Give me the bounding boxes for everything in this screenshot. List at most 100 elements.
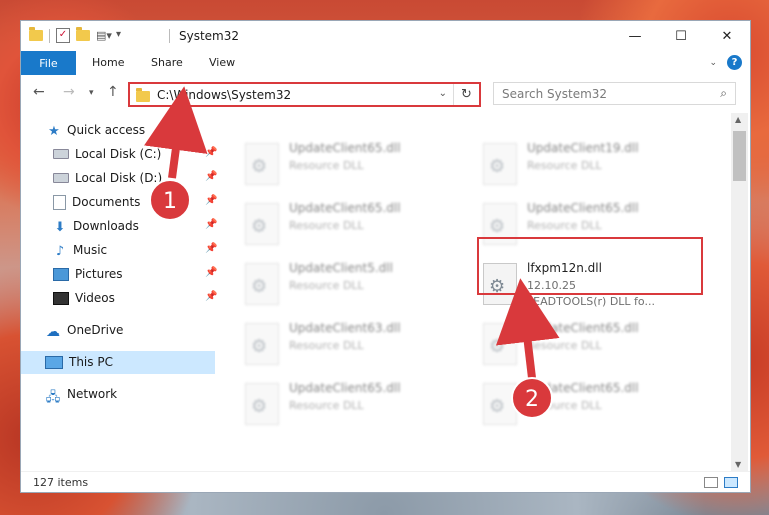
- sidebar-item-network[interactable]: 🖧 Network: [45, 383, 117, 405]
- pin-icon[interactable]: 📌: [205, 171, 217, 182]
- sidebar-item-local-disk-c[interactable]: Local Disk (C:) 📌: [53, 143, 223, 165]
- address-path[interactable]: C:\Windows\System32: [157, 88, 291, 102]
- help-icon[interactable]: ?: [727, 55, 742, 70]
- list-item[interactable]: ⚙ UpdateClient65.dll Resource DLL: [241, 139, 471, 189]
- file-type: Resource DLL: [289, 399, 364, 412]
- sidebar-item-music[interactable]: ♪ Music 📌: [53, 239, 223, 261]
- sidebar-item-local-disk-d[interactable]: Local Disk (D:) 📌: [53, 167, 223, 189]
- list-item[interactable]: ⚙ UpdateClient65.dll Resource DLL: [479, 319, 709, 369]
- search-input[interactable]: Search System32 ⌕: [493, 82, 736, 105]
- file-name: UpdateClient65.dll: [527, 381, 639, 395]
- tab-view[interactable]: View: [209, 56, 235, 69]
- drive-icon: [53, 173, 69, 183]
- list-item[interactable]: ⚙ UpdateClient65.dll Resource DLL: [479, 379, 709, 429]
- file-name: UpdateClient19.dll: [527, 141, 639, 155]
- list-item[interactable]: ⚙ UpdateClient19.dll Resource DLL: [479, 139, 709, 189]
- drive-icon: [53, 149, 69, 159]
- tab-home[interactable]: Home: [92, 56, 124, 69]
- file-name: UpdateClient5.dll: [289, 261, 393, 275]
- scroll-up-icon[interactable]: ▲: [735, 115, 741, 124]
- highlight-box-file: [477, 237, 703, 295]
- back-arrow-icon[interactable]: ←: [33, 84, 45, 100]
- vertical-scrollbar[interactable]: ▲ ▼: [731, 113, 748, 471]
- search-icon[interactable]: ⌕: [720, 86, 727, 101]
- qat-dropdown-icon[interactable]: ▾: [116, 29, 126, 43]
- forward-arrow-icon[interactable]: →: [63, 84, 75, 100]
- scrollbar-thumb[interactable]: [733, 131, 746, 181]
- dll-file-icon: ⚙: [245, 203, 279, 245]
- sidebar-item-onedrive[interactable]: ☁ OneDrive: [45, 319, 123, 341]
- tab-share[interactable]: Share: [151, 56, 183, 69]
- file-name: UpdateClient65.dll: [527, 321, 639, 335]
- recent-locations-icon[interactable]: ▾: [89, 88, 94, 98]
- ribbon: File Home Share View ⌄ ?: [21, 51, 750, 76]
- navigation-pane: ★ Quick access Local Disk (C:) 📌 Local D…: [21, 113, 217, 471]
- dll-file-icon: ⚙: [483, 383, 517, 425]
- list-item[interactable]: ⚙ UpdateClient65.dll Resource DLL: [241, 199, 471, 249]
- sidebar-item-downloads[interactable]: ⬇ Downloads 📌: [53, 215, 223, 237]
- cloud-icon: ☁: [46, 324, 60, 340]
- file-name: UpdateClient65.dll: [527, 201, 639, 215]
- file-type: Resource DLL: [289, 219, 364, 232]
- pin-icon[interactable]: 📌: [205, 147, 217, 158]
- list-item[interactable]: ⚙ UpdateClient5.dll Resource DLL: [241, 259, 471, 309]
- sidebar-item-documents[interactable]: Documents 📌: [53, 191, 223, 213]
- file-description: LEADTOOLS(r) DLL fo...: [527, 295, 655, 308]
- sidebar-item-label: OneDrive: [67, 323, 124, 337]
- address-folder-icon: [136, 88, 150, 102]
- file-type: Resource DLL: [527, 159, 602, 172]
- file-type: Resource DLL: [289, 339, 364, 352]
- properties-icon[interactable]: ✓: [56, 28, 70, 43]
- details-view-icon[interactable]: [704, 477, 718, 488]
- sidebar-item-quick-access[interactable]: ★ Quick access: [47, 119, 145, 141]
- videos-icon: [53, 291, 69, 305]
- up-arrow-icon[interactable]: ↑: [107, 84, 119, 100]
- title-divider: [169, 29, 170, 43]
- file-type: Resource DLL: [289, 279, 364, 292]
- list-item[interactable]: ⚙ UpdateClient63.dll Resource DLL: [241, 319, 471, 369]
- quick-access-toolbar: ✓ ▤▾ ▾: [29, 27, 126, 43]
- file-type: Resource DLL: [527, 339, 602, 352]
- pin-icon[interactable]: 📌: [205, 291, 217, 302]
- star-icon: ★: [48, 124, 60, 139]
- new-folder-icon[interactable]: [76, 27, 90, 41]
- file-name: UpdateClient65.dll: [289, 141, 401, 155]
- scroll-down-icon[interactable]: ▼: [735, 460, 741, 469]
- pin-icon[interactable]: 📌: [205, 195, 217, 206]
- pin-icon[interactable]: 📌: [205, 243, 217, 254]
- list-item[interactable]: ⚙ UpdateClient65.dll Resource DLL: [241, 379, 471, 429]
- downloads-icon: ⬇: [54, 220, 66, 235]
- pin-icon[interactable]: 📌: [205, 267, 217, 278]
- file-name: UpdateClient65.dll: [289, 201, 401, 215]
- sidebar-item-videos[interactable]: Videos 📌: [53, 287, 223, 309]
- sidebar-item-label: Downloads: [73, 219, 139, 233]
- address-bar[interactable]: C:\Windows\System32 ⌄ ↻: [128, 82, 481, 107]
- toolbar-divider: [49, 28, 50, 43]
- sidebar-item-label: Pictures: [75, 267, 123, 281]
- sidebar-item-label: Local Disk (C:): [75, 147, 162, 161]
- tiles-view-icon[interactable]: [724, 477, 738, 488]
- search-placeholder: Search System32: [502, 87, 608, 101]
- customize-icon[interactable]: ▤▾: [96, 29, 112, 43]
- file-type: Resource DLL: [527, 219, 602, 232]
- sidebar-item-label: Network: [67, 387, 118, 401]
- sidebar-item-label: Quick access: [67, 123, 146, 137]
- sidebar-item-label: Documents: [72, 195, 141, 209]
- minimize-icon[interactable]: —: [612, 21, 658, 51]
- tab-file[interactable]: File: [21, 51, 76, 75]
- maximize-icon[interactable]: ☐: [658, 21, 704, 51]
- file-type: Resource DLL: [289, 159, 364, 172]
- dll-file-icon: ⚙: [483, 143, 517, 185]
- dll-file-icon: ⚙: [245, 143, 279, 185]
- refresh-icon[interactable]: ↻: [453, 84, 479, 105]
- address-dropdown-icon[interactable]: ⌄: [439, 88, 447, 99]
- expand-ribbon-icon[interactable]: ⌄: [709, 58, 717, 68]
- close-icon[interactable]: ✕: [704, 21, 750, 51]
- sidebar-item-label: Music: [73, 243, 108, 257]
- pin-icon[interactable]: 📌: [205, 219, 217, 230]
- window-title: System32: [179, 29, 240, 43]
- dll-file-icon: ⚙: [245, 263, 279, 305]
- pictures-icon: [53, 267, 69, 281]
- sidebar-item-pictures[interactable]: Pictures 📌: [53, 263, 223, 285]
- sidebar-item-this-pc[interactable]: This PC: [45, 351, 113, 373]
